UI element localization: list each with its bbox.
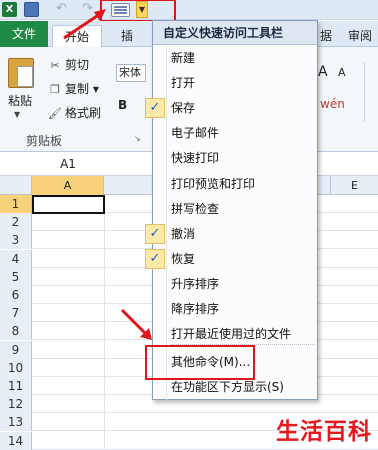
format-painter-button[interactable]: 🖌 格式刷 xyxy=(48,105,101,121)
highlight-box-toolbar xyxy=(100,0,176,22)
menu-item[interactable]: 降序排序 xyxy=(153,297,317,321)
menu-item-label: 新建 xyxy=(171,51,196,65)
menu-item-label: 升序排序 xyxy=(171,276,220,291)
row-number[interactable]: 13 xyxy=(0,413,32,432)
font-name-box[interactable]: 宋体 xyxy=(116,64,146,82)
menu-item[interactable]: 快速打印 xyxy=(153,146,317,170)
format-painter-label: 格式刷 xyxy=(65,106,102,120)
scissors-icon: ✂ xyxy=(50,59,60,72)
menu-item-label: 电子邮件 xyxy=(171,126,220,141)
cut-label: 剪切 xyxy=(65,58,90,72)
active-cell[interactable] xyxy=(32,195,105,214)
watermark-logo: 生活百科 xyxy=(276,419,372,445)
row-number[interactable]: 2 xyxy=(0,213,32,232)
row-number[interactable]: 7 xyxy=(0,304,32,323)
menu-item[interactable]: ✓ 保存 xyxy=(145,96,317,120)
copy-label: 复制 xyxy=(65,82,90,96)
bold-button[interactable]: B xyxy=(118,98,127,112)
arrow-to-more-commands xyxy=(120,308,152,340)
brush-icon: 🖌 xyxy=(48,107,62,120)
row-number[interactable]: 4 xyxy=(0,249,32,268)
paste-icon[interactable] xyxy=(8,58,34,88)
menu-item[interactable]: ✓ 恢复 xyxy=(145,247,317,271)
checkmark-icon: ✓ xyxy=(145,248,165,269)
menu-item-label: 拼写检查 xyxy=(171,201,220,216)
tab-review[interactable]: 审阅 xyxy=(342,25,378,47)
clipboard-group-label: 剪贴板 xyxy=(26,134,63,148)
row-number[interactable]: 11 xyxy=(0,377,32,395)
highlight-box-more-commands xyxy=(145,345,255,380)
shrink-font-button[interactable]: A xyxy=(338,66,346,79)
menu-item[interactable]: 拼写检查 xyxy=(153,197,317,221)
menu-item-label: 打开 xyxy=(171,76,196,91)
cut-button[interactable]: ✂ 剪切 xyxy=(48,57,89,73)
checkmark-icon: ✓ xyxy=(145,223,165,244)
row-number[interactable]: 8 xyxy=(0,322,32,341)
customize-qat-menu: 自定义快速访问工具栏 新建打开 ✓ 保存电子邮件快速打印打印预览和打印 拼写检查 ✓ 撤消… xyxy=(145,20,318,400)
menu-title: 自定义快速访问工具栏 xyxy=(153,21,317,45)
row-number[interactable]: 6 xyxy=(0,286,32,304)
checkmark-icon: ✓ xyxy=(145,98,165,119)
arrow-to-toolbar xyxy=(63,9,106,40)
paste-button[interactable]: 粘贴 xyxy=(8,92,32,109)
copy-button[interactable]: ❐ 复制 ▾ xyxy=(48,81,99,97)
menu-item[interactable]: 打开 xyxy=(153,71,317,95)
row-number[interactable]: 9 xyxy=(0,340,32,359)
column-header-a[interactable]: A xyxy=(32,176,104,195)
copy-dropdown-arrow[interactable]: ▾ xyxy=(93,82,99,96)
menu-item-label: 打印预览和打印 xyxy=(171,176,256,191)
row-number[interactable]: 14 xyxy=(0,431,32,450)
menu-item[interactable]: 升序排序 xyxy=(153,272,317,296)
menu-item-label: 保存 xyxy=(171,101,196,116)
menu-item-label: 撤消 xyxy=(171,226,196,241)
menu-item-label: 打开最近使用过的文件 xyxy=(171,327,292,342)
menu-item[interactable]: 电子邮件 xyxy=(153,121,317,145)
row-number[interactable]: 1 xyxy=(0,195,32,213)
tab-file[interactable]: 文件 xyxy=(0,21,48,47)
grow-font-button[interactable]: A xyxy=(318,64,328,80)
menu-item[interactable]: 打印预览和打印 xyxy=(153,172,317,196)
menu-item[interactable]: ✓ 撤消 xyxy=(145,222,317,246)
title-bar: X ↶ ↷ ▼ xyxy=(0,0,378,22)
copy-icon: ❐ xyxy=(50,83,60,96)
menu-item-label: 快速打印 xyxy=(171,151,220,166)
ribbon-divider xyxy=(364,62,378,122)
menu-item[interactable]: 打开最近使用过的文件 xyxy=(153,322,317,346)
select-all-corner[interactable] xyxy=(0,176,32,195)
tab-data[interactable]: 据 xyxy=(316,25,336,47)
menu-item[interactable]: 新建 xyxy=(153,46,317,70)
tab-insert[interactable]: 插 xyxy=(118,25,136,47)
phonetic-icon[interactable]: wén xyxy=(320,97,345,111)
row-number[interactable]: 3 xyxy=(0,231,32,250)
row-number[interactable]: 12 xyxy=(0,395,32,414)
save-icon[interactable] xyxy=(24,2,39,17)
name-box[interactable]: A1 xyxy=(0,154,136,174)
menu-item-label: 恢复 xyxy=(171,251,196,266)
column-divider xyxy=(104,195,105,450)
excel-icon[interactable]: X xyxy=(2,2,17,17)
paste-dropdown[interactable]: ▼ xyxy=(14,110,20,119)
dialog-launcher-icon[interactable]: ↘ xyxy=(134,134,141,143)
menu-item-label: 降序排序 xyxy=(171,302,220,316)
row-number[interactable]: 10 xyxy=(0,358,32,377)
menu-item-label: 在功能区下方显示(S) xyxy=(171,380,284,395)
column-header-e[interactable]: E xyxy=(330,176,378,195)
row-number[interactable]: 5 xyxy=(0,267,32,286)
